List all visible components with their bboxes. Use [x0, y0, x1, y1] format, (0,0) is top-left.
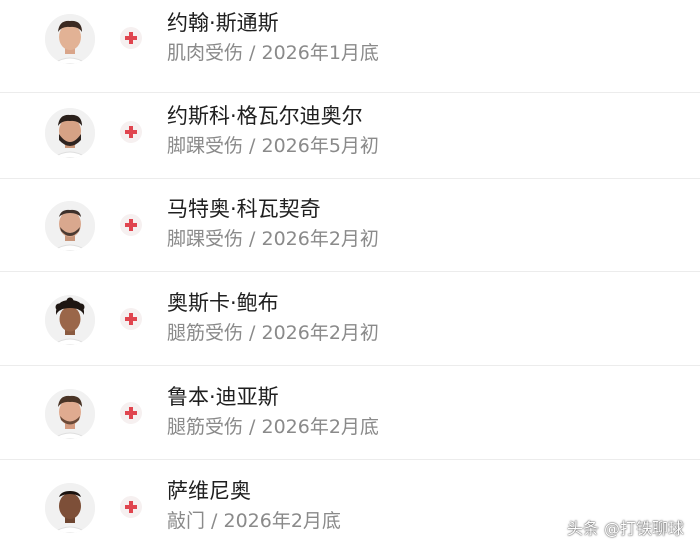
player-name: 约翰·斯通斯 — [167, 11, 279, 35]
medical-cross-icon — [120, 121, 142, 143]
divider — [0, 271, 700, 272]
player-name: 奥斯卡·鲍布 — [167, 291, 279, 315]
medical-cross-icon — [120, 496, 142, 518]
watermark: 头条 @打铁聊球 — [566, 519, 684, 538]
medical-cross-icon — [120, 308, 142, 330]
player-avatar — [45, 483, 95, 533]
divider — [0, 459, 700, 460]
injury-status: 肌肉受伤 / 2026年1月底 — [167, 42, 379, 64]
player-avatar — [45, 108, 95, 158]
injury-status: 腿筋受伤 / 2026年2月初 — [167, 322, 379, 344]
list-item[interactable]: 萨维尼奥 敲门 / 2026年2月底 — [0, 461, 700, 554]
injury-list: 约翰·斯通斯 肌肉受伤 / 2026年1月底 约斯科·格瓦尔迪奥尔 脚踝受伤 /… — [0, 0, 700, 555]
player-name: 马特奥·科瓦契奇 — [167, 197, 321, 221]
injury-status: 敲门 / 2026年2月底 — [167, 510, 341, 532]
medical-cross-icon — [120, 214, 142, 236]
player-name: 萨维尼奥 — [167, 479, 251, 503]
player-avatar — [45, 295, 95, 345]
medical-cross-icon — [120, 402, 142, 424]
injury-status: 脚踝受伤 / 2026年2月初 — [167, 228, 379, 250]
divider — [0, 365, 700, 366]
medical-cross-icon — [120, 27, 142, 49]
list-item[interactable]: 鲁本·迪亚斯 腿筋受伤 / 2026年2月底 — [0, 367, 700, 460]
player-name: 鲁本·迪亚斯 — [167, 385, 279, 409]
player-avatar — [45, 389, 95, 439]
list-item[interactable]: 约翰·斯通斯 肌肉受伤 / 2026年1月底 — [0, 0, 700, 93]
list-item[interactable]: 奥斯卡·鲍布 腿筋受伤 / 2026年2月初 — [0, 273, 700, 366]
injury-status: 腿筋受伤 / 2026年2月底 — [167, 416, 379, 438]
player-name: 约斯科·格瓦尔迪奥尔 — [167, 104, 363, 128]
injury-status: 脚踝受伤 / 2026年5月初 — [167, 135, 379, 157]
player-avatar — [45, 14, 95, 64]
list-item[interactable]: 马特奥·科瓦契奇 脚踝受伤 / 2026年2月初 — [0, 179, 700, 272]
list-item[interactable]: 约斯科·格瓦尔迪奥尔 脚踝受伤 / 2026年5月初 — [0, 86, 700, 179]
player-avatar — [45, 201, 95, 251]
